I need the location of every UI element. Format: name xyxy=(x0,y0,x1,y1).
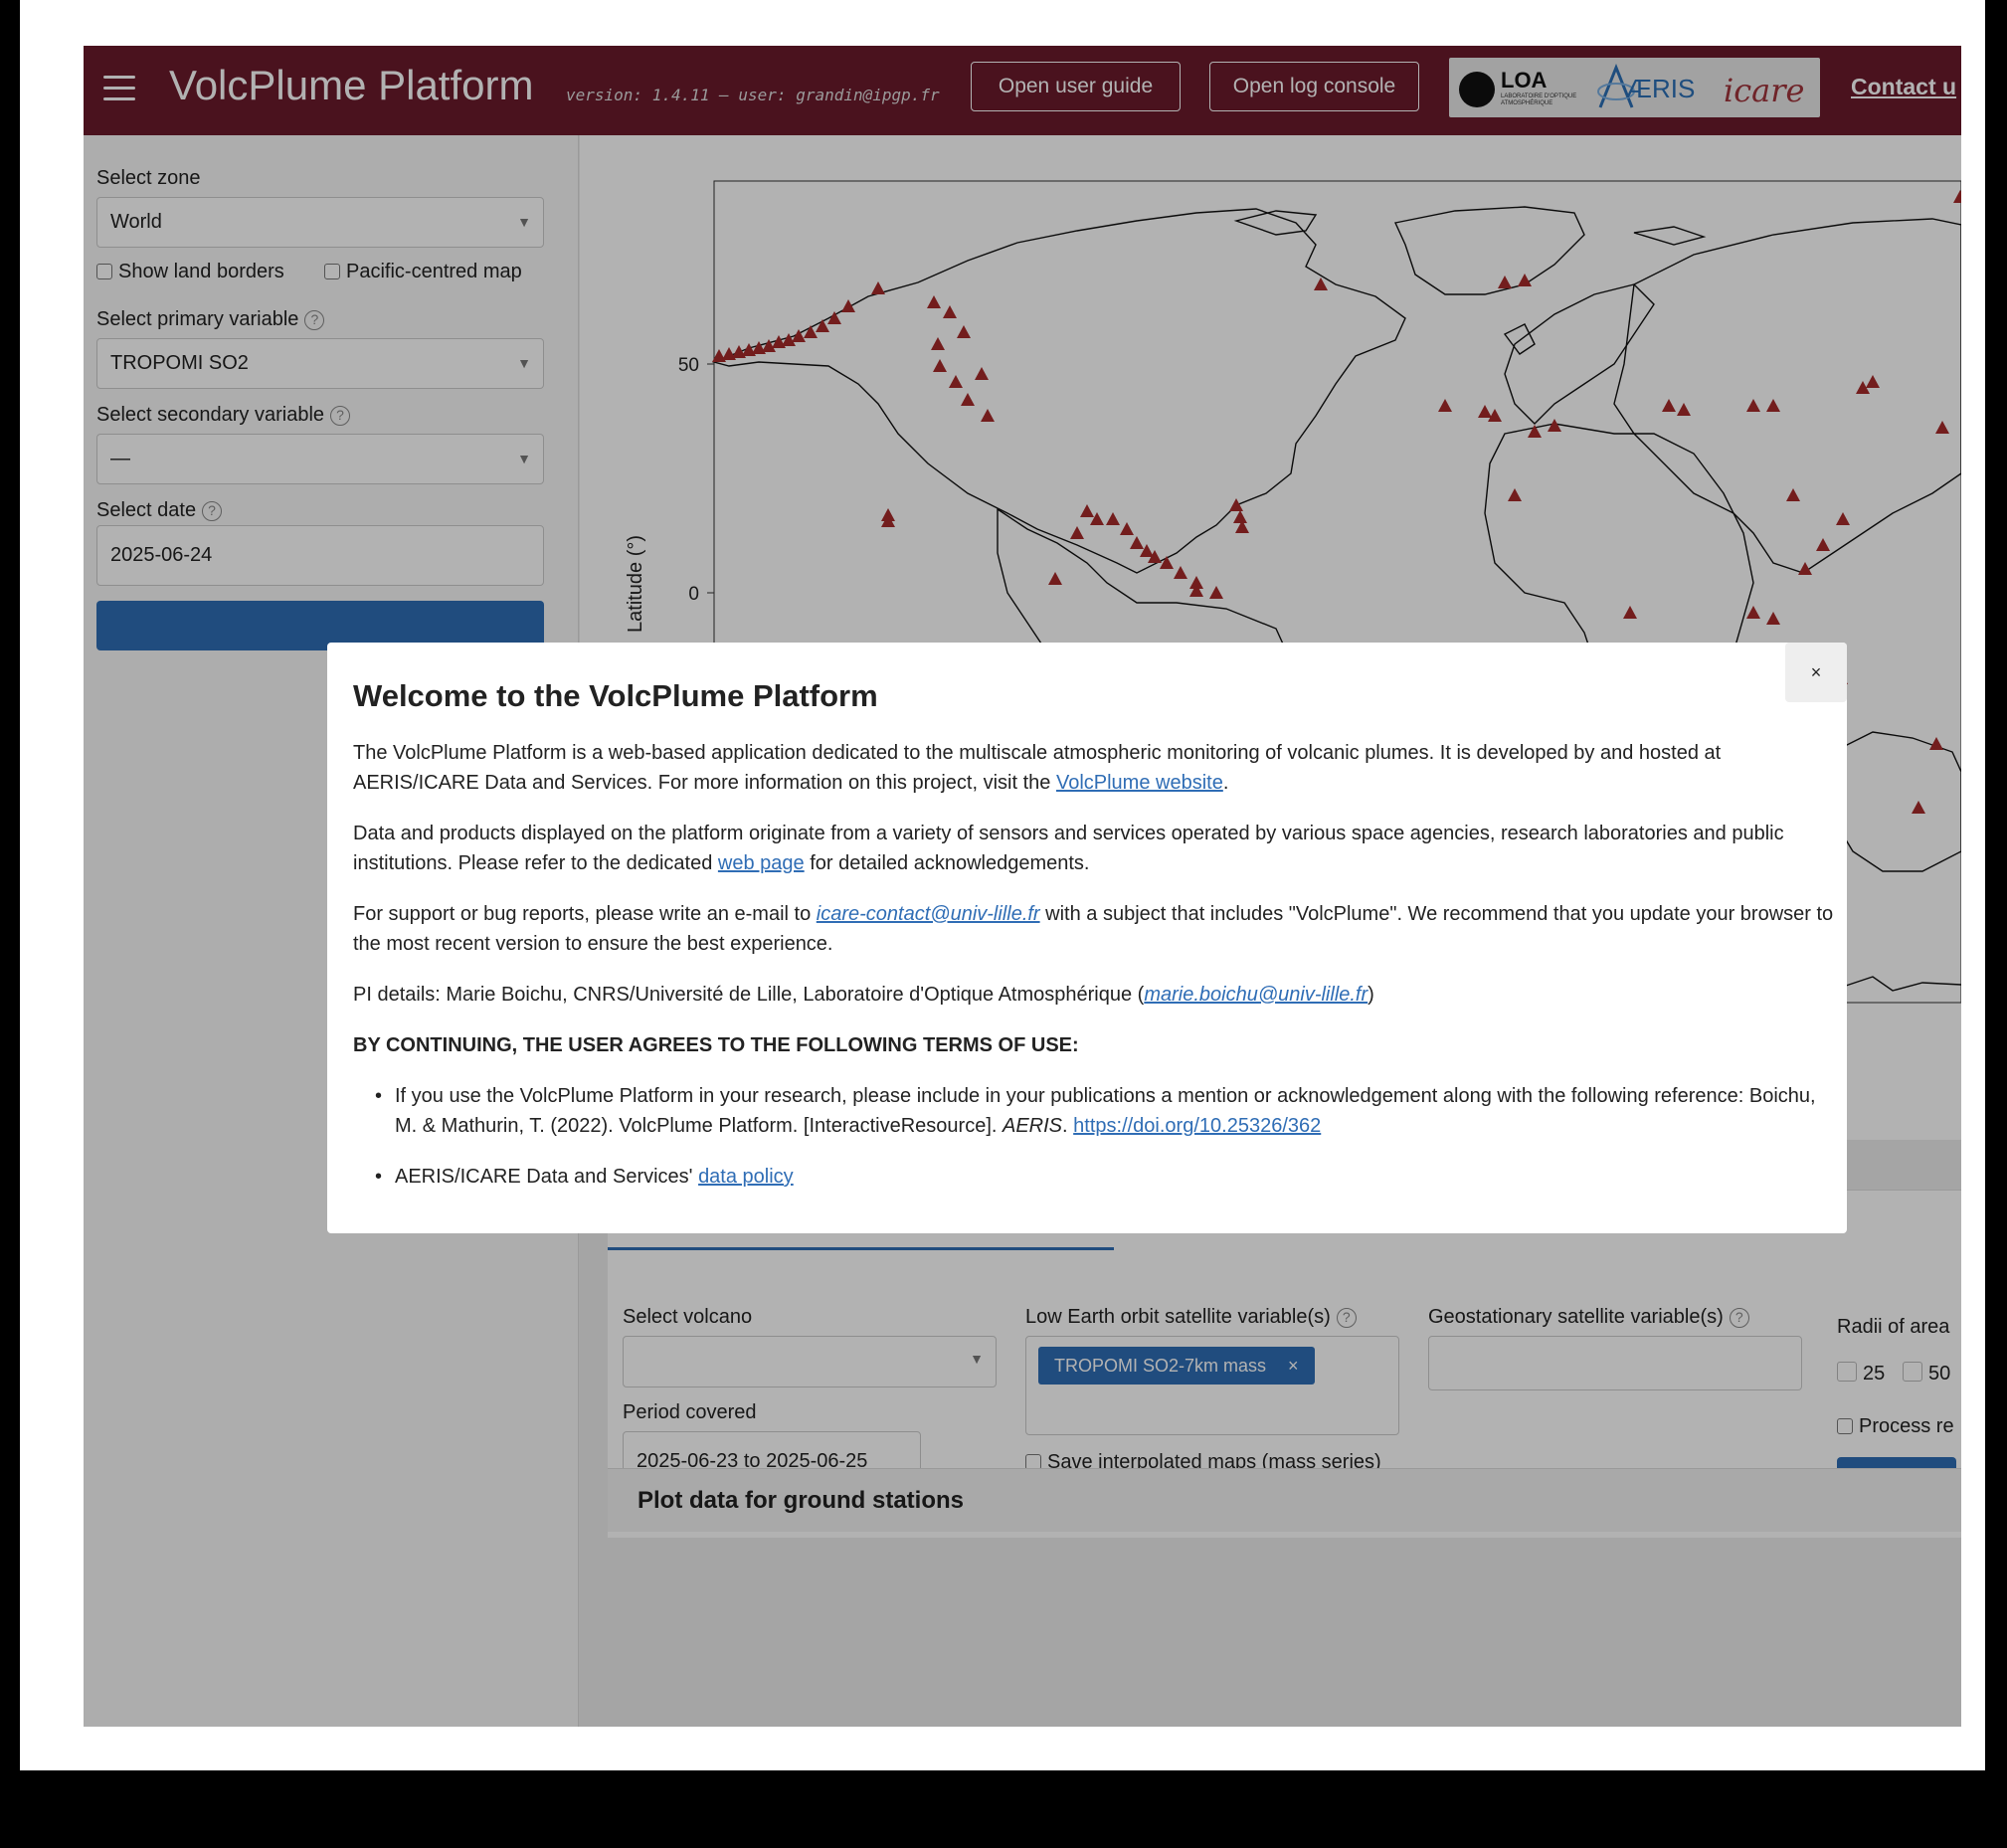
terms-heading: BY CONTINUING, THE USER AGREES TO THE FO… xyxy=(353,1034,1079,1056)
window-frame: VolcPlume Platform version: 1.4.11 – use… xyxy=(20,0,1985,1770)
modal-title: Welcome to the VolcPlume Platform xyxy=(353,678,878,713)
terms-list-item: AERIS/ICARE Data and Services' data poli… xyxy=(375,1162,1827,1192)
close-button[interactable]: × xyxy=(1785,643,1847,702)
doi-link[interactable]: https://doi.org/10.25326/362 xyxy=(1073,1115,1321,1137)
data-policy-link[interactable]: data policy xyxy=(698,1166,794,1188)
intro-paragraph: The VolcPlume Platform is a web-based ap… xyxy=(353,742,1722,794)
terms-list-item: If you use the VolcPlume Platform in you… xyxy=(375,1081,1827,1141)
app-root: VolcPlume Platform version: 1.4.11 – use… xyxy=(84,46,1961,1727)
pi-email-link[interactable]: marie.boichu@univ-lille.fr xyxy=(1144,984,1368,1006)
support-paragraph: For support or bug reports, please write… xyxy=(353,903,1834,955)
acknowledgements-link[interactable]: web page xyxy=(718,852,805,874)
welcome-modal: × Welcome to the VolcPlume Platform The … xyxy=(327,643,1847,1233)
data-sources-paragraph: Data and products displayed on the platf… xyxy=(353,823,1784,874)
volcplume-website-link[interactable]: VolcPlume website xyxy=(1056,772,1223,794)
pi-details-paragraph: PI details: Marie Boichu, CNRS/Universit… xyxy=(353,984,1374,1006)
support-email-link[interactable]: icare-contact@univ-lille.fr xyxy=(817,903,1040,925)
